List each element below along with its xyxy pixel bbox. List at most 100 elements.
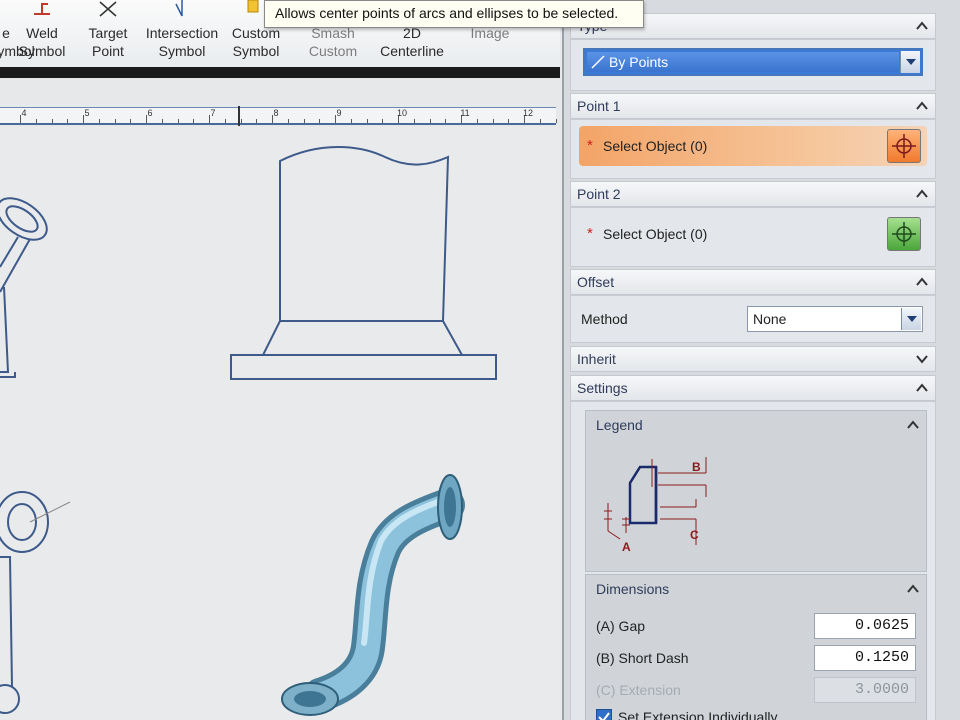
ribbon-button-target-point[interactable]: Target Point <box>80 0 136 64</box>
ruler-minor-tick <box>492 119 494 123</box>
tooltip: Allows center points of arcs and ellipse… <box>264 0 644 28</box>
checkmark-icon <box>598 712 610 720</box>
dimensions-panel: Dimensions (A) Gap 0.0625 (B) Short Dash… <box>585 574 927 720</box>
method-dropdown[interactable]: None <box>747 306 923 332</box>
required-star-icon: * <box>587 225 593 242</box>
chevron-up-icon <box>907 584 919 593</box>
weld-symbol-icon <box>34 3 50 15</box>
section-title: Point 1 <box>577 98 621 114</box>
ribbon-label: Symbol <box>232 43 280 59</box>
ruler-minor-tick <box>366 119 368 123</box>
chevron-down-icon <box>916 355 928 364</box>
chevron-up-icon <box>916 277 928 286</box>
line-icon <box>591 55 605 69</box>
ruler-minor-tick <box>35 119 37 123</box>
section-header-inherit[interactable]: Inherit <box>570 346 936 372</box>
point1-crosshair-button[interactable] <box>887 129 921 163</box>
chevron-up-icon <box>916 21 928 30</box>
type-dropdown-value: By Points <box>587 52 899 72</box>
point1-select-object[interactable]: * Select Object (0) <box>579 126 927 166</box>
ribbon-button-weld-symbol[interactable]: Weld Symbol <box>14 0 70 64</box>
legend-title: Legend <box>596 417 643 433</box>
section-body-type: By Points <box>570 39 936 91</box>
ruler-minor-tick <box>256 119 258 123</box>
drawing-canvas[interactable] <box>0 127 560 720</box>
chevron-up-icon <box>916 101 928 110</box>
section-title: Settings <box>577 380 628 396</box>
ruler-minor-tick <box>161 119 163 123</box>
ruler-label: 11 <box>460 108 470 118</box>
dimensions-header[interactable]: Dimensions <box>586 575 926 605</box>
section-title: Point 2 <box>577 186 621 202</box>
ruler-minor-tick <box>193 119 195 123</box>
ruler-label: 9 <box>336 108 342 118</box>
target-point-icon <box>99 1 117 17</box>
intersection-symbol-icon <box>175 0 183 17</box>
ribbon-label: Centerline <box>380 43 444 59</box>
ribbon-button-intersection-symbol[interactable]: Intersection Symbol <box>140 0 224 64</box>
extension-input[interactable]: 3.0000 <box>814 677 916 703</box>
ruler-label: 4 <box>21 108 27 118</box>
gap-input[interactable]: 0.0625 <box>814 613 916 639</box>
drawing-svg <box>0 146 497 716</box>
short-dash-input[interactable]: 0.1250 <box>814 645 916 671</box>
ribbon-label: Point <box>92 43 124 59</box>
point2-crosshair-button[interactable] <box>887 217 921 251</box>
crosshair-icon <box>892 222 916 246</box>
ruler-label: 7 <box>210 108 216 118</box>
set-extension-label: Set Extension Individually <box>618 709 778 720</box>
ruler-cursor-marker <box>238 106 240 126</box>
ruler-minor-tick <box>51 119 53 123</box>
section-header-point1[interactable]: Point 1 <box>570 93 936 119</box>
section-body-point1: * Select Object (0) <box>570 119 936 179</box>
gap-label: (A) Gap <box>596 618 646 634</box>
ruler-label: 10 <box>396 108 408 118</box>
partial-pipe-part <box>0 491 71 714</box>
type-dropdown[interactable]: By Points <box>583 48 923 76</box>
legend-label-b: B <box>692 460 701 474</box>
dropdown-arrow-icon[interactable] <box>901 308 921 330</box>
ruler-minor-tick <box>539 119 541 123</box>
ruler-minor-tick <box>508 119 510 123</box>
point2-select-object[interactable]: * Select Object (0) <box>579 214 927 254</box>
dropdown-arrow-icon[interactable] <box>900 51 920 73</box>
legend-diagram: B A C <box>596 447 724 561</box>
set-extension-checkbox[interactable] <box>596 709 612 720</box>
chevron-up-icon <box>907 420 919 429</box>
ribbon-label: Symbol <box>18 43 66 59</box>
ruler-minor-tick <box>303 119 305 123</box>
required-star-icon: * <box>587 137 593 154</box>
short-dash-label: (B) Short Dash <box>596 650 689 666</box>
chevron-up-icon <box>916 189 928 198</box>
legend-label-a: A <box>622 540 631 554</box>
legend-header[interactable]: Legend <box>586 411 926 441</box>
section-header-offset[interactable]: Offset <box>570 269 936 295</box>
ruler-minor-tick <box>114 119 116 123</box>
ribbon-label: Custom <box>308 43 358 59</box>
section-header-settings[interactable]: Settings <box>570 375 936 401</box>
ribbon-label: Weld <box>26 25 58 41</box>
select-object-label: Select Object (0) <box>603 226 708 242</box>
section-title: Inherit <box>577 351 616 367</box>
section-body-point2: * Select Object (0) <box>570 207 936 267</box>
ribbon-label: Intersection <box>145 25 219 41</box>
section-body-settings: Legend B A C Dimensions (A) Gap 0.0625 (… <box>570 401 936 720</box>
ruler-minor-tick <box>319 119 321 123</box>
centerline-dialog: Type By Points Point 1 * Select Object (… <box>562 0 960 720</box>
ruler-minor-tick <box>445 119 447 123</box>
select-object-label: Select Object (0) <box>603 138 708 154</box>
ruler-minor-tick <box>287 119 289 123</box>
ruler-minor-tick <box>413 119 415 123</box>
crosshair-icon <box>892 134 916 158</box>
ruler-label: 6 <box>147 108 153 118</box>
extension-label: (C) Extension <box>596 682 681 698</box>
type-dropdown-text: By Points <box>609 54 669 70</box>
ruler-minor-tick <box>240 119 242 123</box>
section-header-point2[interactable]: Point 2 <box>570 181 936 207</box>
ruler-minor-tick <box>382 119 384 123</box>
ruler-minor-tick <box>224 119 226 123</box>
flange-outline <box>230 146 497 380</box>
section-body-offset: Method None <box>570 295 936 343</box>
legend-diagram-svg: B A C <box>604 457 707 554</box>
ribbon-separator <box>0 67 560 78</box>
